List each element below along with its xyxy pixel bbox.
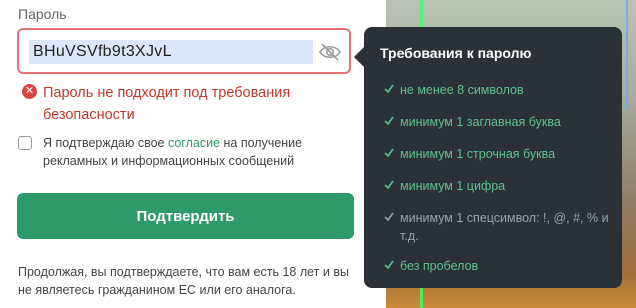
password-label: Пароль [18,6,67,22]
consent-text-before: Я подтверждаю свое [43,136,168,150]
check-icon [384,180,394,190]
requirement-label: не менее 8 символов [400,83,524,97]
password-value[interactable]: BHuVSVfb9t3XJvL [29,40,313,64]
check-icon [384,116,394,126]
eye-off-icon[interactable] [318,42,342,62]
age-disclaimer: Продолжая, вы подтверждаете, что вам ест… [18,265,349,297]
error-icon: ✕ [22,84,37,99]
consent-link[interactable]: согласие [168,136,220,150]
requirement-label: без пробелов [400,259,479,273]
check-icon [384,84,394,94]
submit-button[interactable]: Подтвердить [17,193,354,239]
requirement-label: минимум 1 заглавная буква [400,115,561,129]
check-icon [384,260,394,270]
check-icon [384,212,394,222]
requirements-title: Требования к паролю [380,45,532,61]
password-error-text: Пароль не подходит под требования безопа… [43,85,291,123]
requirement-label: минимум 1 цифра [400,179,506,193]
password-requirements-popover: Требования к паролю не менее 8 символов … [354,27,622,288]
requirement-label: минимум 1 строчная буква [400,147,556,161]
consent-checkbox[interactable] [18,136,32,150]
check-icon [384,148,394,158]
requirement-label: минимум 1 спецсимвол: !, @, #, % и т.д. [400,211,609,243]
password-form: Пароль BHuVSVfb9t3XJvL ✕ Пароль не подхо… [0,0,372,308]
password-field[interactable]: BHuVSVfb9t3XJvL [17,28,351,74]
consent-text: Я подтверждаю свое согласие на получение… [43,134,363,170]
